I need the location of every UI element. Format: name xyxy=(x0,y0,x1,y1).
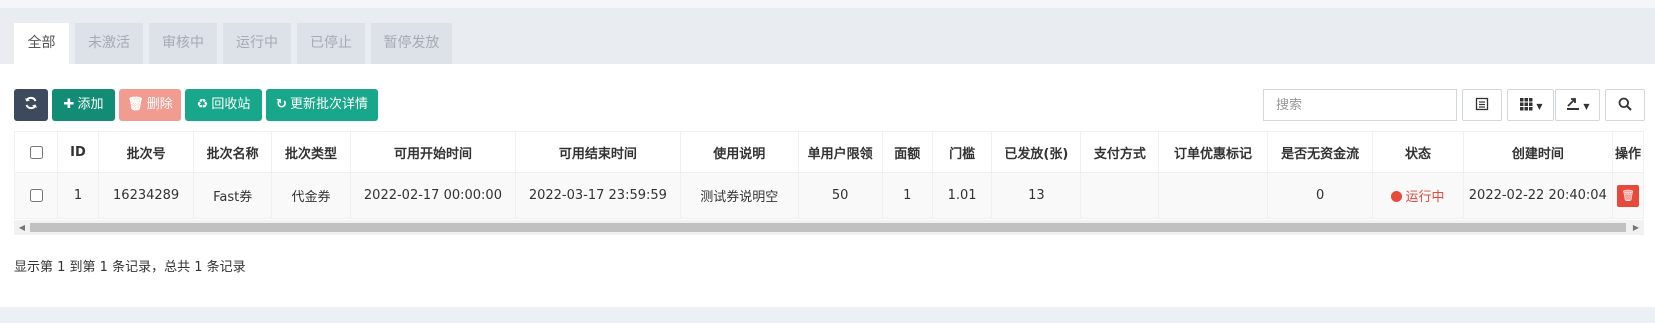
tab-stopped[interactable]: 已停止 xyxy=(297,23,365,64)
columns-dropdown-button[interactable]: ▼ xyxy=(1507,89,1554,121)
column-header[interactable]: 支付方式 xyxy=(1080,131,1160,173)
cell-end-time: 2022-03-17 23:59:59 xyxy=(514,172,681,219)
column-header[interactable]: 单用户限领 xyxy=(797,131,883,173)
cell-status: 运行中 xyxy=(1372,172,1464,219)
column-header[interactable]: 批次名称 xyxy=(193,131,273,173)
column-header[interactable]: 使用说明 xyxy=(679,131,799,173)
column-header[interactable]: 已发放(张) xyxy=(991,131,1082,173)
plus-icon: ✚ xyxy=(63,97,75,112)
column-header[interactable]: ID xyxy=(57,131,99,173)
pagination-info: 显示第 1 到第 1 条记录，总共 1 条记录 xyxy=(14,260,246,275)
row-select-cell xyxy=(13,172,59,219)
trash-icon: 🗑 xyxy=(127,97,144,112)
scroll-right-icon[interactable]: ▶ xyxy=(1628,220,1644,235)
column-header[interactable]: 状态 xyxy=(1372,131,1464,173)
advanced-search-button[interactable] xyxy=(1605,89,1645,121)
recycle-bin-button[interactable]: ♻ 回收站 xyxy=(185,89,262,121)
refresh-button[interactable] xyxy=(14,89,48,121)
recycle-icon: ♻ xyxy=(196,97,209,112)
column-header[interactable]: 是否无资金流 xyxy=(1266,131,1374,173)
tab-paused[interactable]: 暂停发放 xyxy=(371,23,452,64)
cell-batch-no: 16234289 xyxy=(97,172,195,219)
cell-actions: 🗑 xyxy=(1612,172,1644,219)
table-row[interactable]: 1 16234289 Fast券 代金券 2022-02-17 00:00:00… xyxy=(13,172,1644,219)
cell-description: 测试券说明空 xyxy=(679,172,799,219)
delete-button[interactable]: 🗑 删除 xyxy=(119,89,181,121)
update-batch-button[interactable]: ↻ 更新批次详情 xyxy=(266,89,378,121)
column-header[interactable]: 创建时间 xyxy=(1462,131,1614,173)
toggle-view-button[interactable] xyxy=(1462,89,1502,121)
chevron-down-icon: ▼ xyxy=(1583,102,1590,111)
chevron-down-icon: ▼ xyxy=(1536,102,1543,111)
refresh-icon xyxy=(25,96,37,110)
add-button-label: 添加 xyxy=(77,97,104,112)
cell-per-user-limit: 50 xyxy=(797,172,883,219)
cell-batch-type: 代金券 xyxy=(271,172,351,219)
select-all-checkbox[interactable] xyxy=(29,145,43,159)
cell-created-at: 2022-02-22 20:40:04 xyxy=(1462,172,1614,219)
cell-batch-name: Fast券 xyxy=(193,172,273,219)
cell-id: 1 xyxy=(57,172,99,219)
column-header[interactable]: 订单优惠标记 xyxy=(1158,131,1268,173)
scrollbar-thumb[interactable] xyxy=(30,223,1626,232)
tab-running[interactable]: 运行中 xyxy=(223,23,291,64)
search-input[interactable] xyxy=(1263,89,1457,121)
cell-threshold: 1.01 xyxy=(931,172,993,219)
batch-table: ID 批次号 批次名称 批次类型 可用开始时间 可用结束时间 使用说明 单用户限… xyxy=(13,131,1644,219)
cell-pay-method xyxy=(1080,172,1160,219)
cell-face-value: 1 xyxy=(881,172,933,219)
grid-columns-icon xyxy=(1519,98,1532,111)
cell-issued: 13 xyxy=(991,172,1082,219)
horizontal-scrollbar[interactable]: ◀ ▶ xyxy=(14,220,1644,235)
table-header-row: ID 批次号 批次名称 批次类型 可用开始时间 可用结束时间 使用说明 单用户限… xyxy=(13,131,1644,173)
export-icon xyxy=(1566,98,1579,110)
status-tabs: 全部 未激活 审核中 运行中 已停止 暂停发放 xyxy=(0,8,1655,64)
cell-start-time: 2022-02-17 00:00:00 xyxy=(349,172,516,219)
cell-order-mark xyxy=(1158,172,1268,219)
column-header[interactable]: 可用开始时间 xyxy=(349,131,516,173)
search-icon xyxy=(1618,97,1632,111)
column-header[interactable]: 面额 xyxy=(881,131,933,173)
scroll-left-icon[interactable]: ◀ xyxy=(14,220,30,235)
delete-button-label: 删除 xyxy=(146,97,173,112)
list-view-icon xyxy=(1475,97,1489,111)
tab-all[interactable]: 全部 xyxy=(14,23,69,64)
cell-no-cash-flow: 0 xyxy=(1266,172,1374,219)
update-batch-label: 更新批次详情 xyxy=(289,97,368,112)
row-checkbox[interactable] xyxy=(29,189,43,202)
tab-inactive[interactable]: 未激活 xyxy=(75,23,143,64)
column-header: 操作 xyxy=(1612,131,1644,173)
status-dot-icon xyxy=(1391,191,1403,202)
column-header[interactable]: 批次类型 xyxy=(271,131,351,173)
recycle-bin-label: 回收站 xyxy=(211,97,251,112)
column-header[interactable]: 门槛 xyxy=(931,131,993,173)
column-header[interactable]: 可用结束时间 xyxy=(514,131,681,173)
top-strip xyxy=(0,0,1655,8)
row-delete-button[interactable]: 🗑 xyxy=(1617,184,1640,207)
column-header[interactable]: 批次号 xyxy=(97,131,195,173)
main-panel: ✚添加 🗑删除 ♻回收站 ↻更新批次详情 ▼ ▼ xyxy=(0,64,1655,307)
export-dropdown-button[interactable]: ▼ xyxy=(1555,89,1600,121)
add-button[interactable]: ✚ 添加 xyxy=(52,89,115,121)
status-badge: 运行中 xyxy=(1405,190,1445,205)
trash-icon: 🗑 xyxy=(1621,188,1636,202)
footer-strip xyxy=(0,307,1655,323)
tab-reviewing[interactable]: 审核中 xyxy=(149,23,217,64)
select-all-cell xyxy=(13,131,59,173)
refresh-small-icon: ↻ xyxy=(276,97,287,112)
